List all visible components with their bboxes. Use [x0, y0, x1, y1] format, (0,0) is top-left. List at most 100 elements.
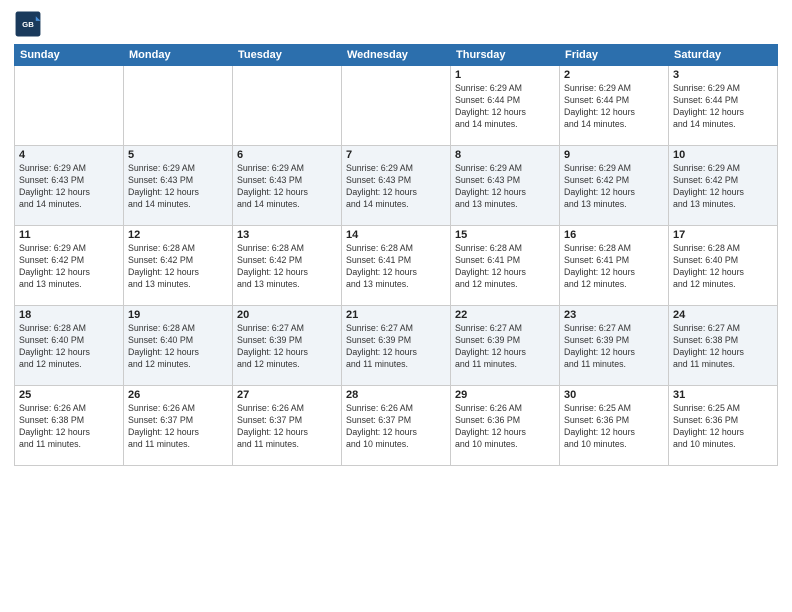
calendar-cell: 8 Sunrise: 6:29 AM Sunset: 6:43 PM Daylig… — [451, 146, 560, 226]
day-number: 1 — [455, 69, 555, 81]
day-info: Sunrise: 6:29 AM Sunset: 6:44 PM Dayligh… — [673, 83, 773, 131]
calendar-day-header: Friday — [560, 45, 669, 66]
calendar-day-header: Thursday — [451, 45, 560, 66]
calendar-week-row: 11 Sunrise: 6:29 AM Sunset: 6:42 PM Dayli… — [15, 226, 778, 306]
day-number: 6 — [237, 149, 337, 161]
day-info: Sunrise: 6:28 AM Sunset: 6:41 PM Dayligh… — [564, 243, 664, 291]
calendar-week-row: 25Sunrise: 6:26 AM Sunset: 6:38 PM Dayli… — [15, 386, 778, 466]
calendar-day-header: Sunday — [15, 45, 124, 66]
day-number: 30 — [564, 389, 664, 401]
page-container: GB SundayMondayTuesdayWednesdayThursdayF… — [0, 0, 792, 472]
day-number: 7 — [346, 149, 446, 161]
calendar: SundayMondayTuesdayWednesdayThursdayFrid… — [14, 44, 778, 466]
day-number: 17 — [673, 229, 773, 241]
day-number: 18 — [19, 309, 119, 321]
day-info: Sunrise: 6:26 AM Sunset: 6:37 PM Dayligh… — [128, 403, 228, 451]
day-info: Sunrise: 6:29 AM Sunset: 6:43 PM Dayligh… — [455, 163, 555, 211]
calendar-cell: 11 Sunrise: 6:29 AM Sunset: 6:42 PM Dayli… — [15, 226, 124, 306]
calendar-cell: 31 Sunrise: 6:25 AM Sunset: 6:36 PM Dayli… — [669, 386, 778, 466]
day-number: 15 — [455, 229, 555, 241]
calendar-day-header: Saturday — [669, 45, 778, 66]
calendar-week-row: 18 Sunrise: 6:28 AM Sunset: 6:40 PM Dayli… — [15, 306, 778, 386]
day-info: Sunrise: 6:29 AM Sunset: 6:42 PM Dayligh… — [673, 163, 773, 211]
calendar-cell — [342, 66, 451, 146]
calendar-cell: 9 Sunrise: 6:29 AM Sunset: 6:42 PM Daylig… — [560, 146, 669, 226]
calendar-cell: 15 Sunrise: 6:28 AM Sunset: 6:41 PM Dayli… — [451, 226, 560, 306]
day-info: Sunrise: 6:28 AM Sunset: 6:41 PM Dayligh… — [346, 243, 446, 291]
calendar-cell: 5 Sunrise: 6:29 AM Sunset: 6:43 PM Daylig… — [124, 146, 233, 226]
calendar-cell: 29 Sunrise: 6:26 AM Sunset: 6:36 PM Dayli… — [451, 386, 560, 466]
day-info: Sunrise: 6:26 AM Sunset: 6:37 PM Dayligh… — [237, 403, 337, 451]
day-info: Sunrise: 6:25 AM Sunset: 6:36 PM Dayligh… — [673, 403, 773, 451]
day-info: Sunrise: 6:29 AM Sunset: 6:43 PM Dayligh… — [19, 163, 119, 211]
day-info: Sunrise: 6:27 AM Sunset: 6:38 PM Dayligh… — [673, 323, 773, 371]
day-number: 25 — [19, 389, 119, 401]
calendar-cell: 16 Sunrise: 6:28 AM Sunset: 6:41 PM Dayli… — [560, 226, 669, 306]
day-number: 14 — [346, 229, 446, 241]
day-number: 3 — [673, 69, 773, 81]
day-number: 20 — [237, 309, 337, 321]
calendar-cell: 1Sunrise: 6:29 AM Sunset: 6:44 PM Daylig… — [451, 66, 560, 146]
calendar-cell: 2 Sunrise: 6:29 AM Sunset: 6:44 PM Daylig… — [560, 66, 669, 146]
day-number: 19 — [128, 309, 228, 321]
day-info: Sunrise: 6:28 AM Sunset: 6:41 PM Dayligh… — [455, 243, 555, 291]
calendar-cell: 24 Sunrise: 6:27 AM Sunset: 6:38 PM Dayli… — [669, 306, 778, 386]
day-number: 10 — [673, 149, 773, 161]
day-info: Sunrise: 6:26 AM Sunset: 6:36 PM Dayligh… — [455, 403, 555, 451]
day-number: 2 — [564, 69, 664, 81]
calendar-cell: 19Sunrise: 6:28 AM Sunset: 6:40 PM Dayli… — [124, 306, 233, 386]
calendar-cell: 7 Sunrise: 6:29 AM Sunset: 6:43 PM Daylig… — [342, 146, 451, 226]
calendar-cell: 20 Sunrise: 6:27 AM Sunset: 6:39 PM Dayli… — [233, 306, 342, 386]
day-info: Sunrise: 6:29 AM Sunset: 6:42 PM Dayligh… — [19, 243, 119, 291]
calendar-cell: 4 Sunrise: 6:29 AM Sunset: 6:43 PM Daylig… — [15, 146, 124, 226]
calendar-cell: 6 Sunrise: 6:29 AM Sunset: 6:43 PM Daylig… — [233, 146, 342, 226]
day-number: 13 — [237, 229, 337, 241]
day-info: Sunrise: 6:27 AM Sunset: 6:39 PM Dayligh… — [346, 323, 446, 371]
calendar-cell: 14 Sunrise: 6:28 AM Sunset: 6:41 PM Dayli… — [342, 226, 451, 306]
day-number: 24 — [673, 309, 773, 321]
calendar-cell: 27 Sunrise: 6:26 AM Sunset: 6:37 PM Dayli… — [233, 386, 342, 466]
day-info: Sunrise: 6:26 AM Sunset: 6:37 PM Dayligh… — [346, 403, 446, 451]
day-number: 11 — [19, 229, 119, 241]
day-number: 4 — [19, 149, 119, 161]
calendar-cell — [15, 66, 124, 146]
day-info: Sunrise: 6:27 AM Sunset: 6:39 PM Dayligh… — [455, 323, 555, 371]
calendar-cell: 26 Sunrise: 6:26 AM Sunset: 6:37 PM Dayli… — [124, 386, 233, 466]
logo: GB — [14, 10, 46, 38]
calendar-cell: 22 Sunrise: 6:27 AM Sunset: 6:39 PM Dayli… — [451, 306, 560, 386]
day-info: Sunrise: 6:25 AM Sunset: 6:36 PM Dayligh… — [564, 403, 664, 451]
calendar-cell: 25Sunrise: 6:26 AM Sunset: 6:38 PM Dayli… — [15, 386, 124, 466]
day-number: 8 — [455, 149, 555, 161]
calendar-cell: 17 Sunrise: 6:28 AM Sunset: 6:40 PM Dayli… — [669, 226, 778, 306]
day-number: 27 — [237, 389, 337, 401]
day-info: Sunrise: 6:29 AM Sunset: 6:43 PM Dayligh… — [237, 163, 337, 211]
day-number: 16 — [564, 229, 664, 241]
calendar-cell: 28 Sunrise: 6:26 AM Sunset: 6:37 PM Dayli… — [342, 386, 451, 466]
day-info: Sunrise: 6:29 AM Sunset: 6:42 PM Dayligh… — [564, 163, 664, 211]
calendar-cell — [233, 66, 342, 146]
day-info: Sunrise: 6:29 AM Sunset: 6:43 PM Dayligh… — [346, 163, 446, 211]
day-info: Sunrise: 6:28 AM Sunset: 6:40 PM Dayligh… — [673, 243, 773, 291]
day-number: 21 — [346, 309, 446, 321]
calendar-cell: 21 Sunrise: 6:27 AM Sunset: 6:39 PM Dayli… — [342, 306, 451, 386]
calendar-cell: 23Sunrise: 6:27 AM Sunset: 6:39 PM Dayli… — [560, 306, 669, 386]
calendar-day-header: Tuesday — [233, 45, 342, 66]
calendar-cell: 18 Sunrise: 6:28 AM Sunset: 6:40 PM Dayli… — [15, 306, 124, 386]
day-info: Sunrise: 6:28 AM Sunset: 6:42 PM Dayligh… — [237, 243, 337, 291]
day-number: 22 — [455, 309, 555, 321]
logo-icon: GB — [14, 10, 42, 38]
day-info: Sunrise: 6:27 AM Sunset: 6:39 PM Dayligh… — [237, 323, 337, 371]
day-number: 28 — [346, 389, 446, 401]
day-number: 29 — [455, 389, 555, 401]
day-info: Sunrise: 6:28 AM Sunset: 6:40 PM Dayligh… — [19, 323, 119, 371]
day-number: 12 — [128, 229, 228, 241]
day-info: Sunrise: 6:29 AM Sunset: 6:43 PM Dayligh… — [128, 163, 228, 211]
day-number: 5 — [128, 149, 228, 161]
calendar-day-header: Monday — [124, 45, 233, 66]
calendar-week-row: 4 Sunrise: 6:29 AM Sunset: 6:43 PM Daylig… — [15, 146, 778, 226]
day-number: 26 — [128, 389, 228, 401]
calendar-header-row: SundayMondayTuesdayWednesdayThursdayFrid… — [15, 45, 778, 66]
day-info: Sunrise: 6:29 AM Sunset: 6:44 PM Dayligh… — [564, 83, 664, 131]
day-number: 31 — [673, 389, 773, 401]
day-number: 9 — [564, 149, 664, 161]
